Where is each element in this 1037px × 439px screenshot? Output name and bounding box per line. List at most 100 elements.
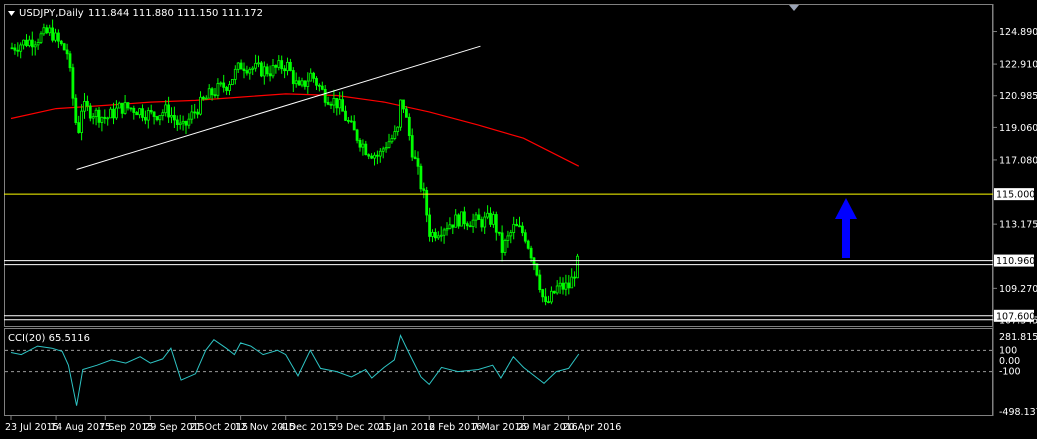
candle-body bbox=[30, 39, 34, 48]
candle-body bbox=[259, 62, 263, 77]
candle-body bbox=[57, 32, 60, 42]
candle-body bbox=[344, 110, 347, 121]
candle-body bbox=[97, 109, 101, 123]
candle-body bbox=[402, 99, 405, 110]
cci-tick-label: -498.1371 bbox=[999, 407, 1037, 418]
candle-body bbox=[570, 276, 574, 289]
candle-body bbox=[349, 120, 353, 123]
candle-body bbox=[315, 77, 318, 86]
candle-body bbox=[62, 43, 66, 51]
candle-body bbox=[219, 82, 223, 85]
candle-body bbox=[164, 104, 168, 114]
candle-body bbox=[489, 212, 492, 225]
candle-body bbox=[381, 148, 385, 152]
candle-body bbox=[25, 39, 28, 47]
candle-body bbox=[332, 98, 336, 106]
candle-body bbox=[367, 154, 371, 157]
candle-body bbox=[552, 290, 556, 294]
candle-body bbox=[320, 85, 324, 90]
candle-body bbox=[323, 88, 327, 103]
candle-body bbox=[187, 118, 191, 126]
candle-body bbox=[494, 214, 498, 233]
date-tick-label: 20 Apr 2016 bbox=[563, 422, 622, 433]
candle-body bbox=[384, 147, 388, 150]
candle-body bbox=[538, 274, 542, 291]
candle-body bbox=[483, 216, 487, 228]
candle-body bbox=[564, 282, 568, 290]
candle-body bbox=[74, 97, 78, 124]
candle-body bbox=[239, 62, 243, 70]
candle-body bbox=[280, 60, 284, 70]
level-price-tag-label: 115.000 bbox=[996, 190, 1035, 201]
candle-body bbox=[555, 285, 559, 294]
candle-body bbox=[390, 138, 394, 143]
candle-body bbox=[491, 214, 495, 225]
candle-body bbox=[506, 235, 510, 241]
candle-body bbox=[216, 83, 220, 96]
candle-body bbox=[106, 117, 110, 120]
candle-body bbox=[352, 121, 356, 131]
cci-tick-label: 100 bbox=[999, 345, 1017, 356]
candle-body bbox=[193, 111, 197, 114]
candle-body bbox=[80, 110, 83, 133]
candle-body bbox=[103, 116, 107, 119]
cci-tick-label: 0.00 bbox=[999, 356, 1020, 367]
candle-body bbox=[251, 67, 255, 70]
usdjpy-chart-window[interactable]: 124.890 122.910 120.985 119.060 117.080 113.1… bbox=[0, 0, 1037, 439]
candle-body bbox=[364, 143, 368, 156]
candle-body bbox=[271, 65, 275, 77]
candle-body bbox=[109, 108, 112, 119]
candle-body bbox=[335, 98, 339, 109]
candle-body bbox=[550, 290, 553, 303]
candle-body bbox=[274, 65, 278, 68]
candle-body bbox=[170, 114, 173, 118]
candle-body bbox=[86, 100, 89, 107]
candle-body bbox=[541, 289, 545, 298]
candle-body bbox=[146, 110, 150, 121]
candle-body bbox=[51, 27, 54, 41]
candle-body bbox=[141, 108, 144, 118]
candle-body bbox=[471, 219, 475, 228]
candle-body bbox=[500, 232, 504, 253]
candle-body bbox=[143, 117, 147, 121]
candle-body bbox=[561, 282, 565, 290]
candle-body bbox=[88, 105, 92, 119]
candle-body bbox=[100, 116, 104, 123]
candle-body bbox=[346, 119, 350, 122]
candle-body bbox=[13, 47, 17, 51]
cci-tick-label: -100 bbox=[999, 367, 1021, 378]
candle-body bbox=[341, 99, 345, 112]
candle-body bbox=[300, 80, 304, 86]
candle-body bbox=[407, 116, 411, 136]
price-tick-label: 122.910 bbox=[999, 60, 1037, 71]
candle-body bbox=[265, 66, 269, 75]
candle-body bbox=[370, 155, 374, 159]
price-tick-label: 124.890 bbox=[999, 27, 1037, 38]
candle-body bbox=[535, 263, 539, 276]
candle-body bbox=[230, 79, 234, 85]
candle-body bbox=[503, 240, 507, 253]
candle-body bbox=[190, 111, 194, 120]
candle-body bbox=[135, 112, 139, 116]
candle-body bbox=[245, 70, 249, 74]
candle-body bbox=[204, 97, 208, 100]
candle-body bbox=[222, 82, 226, 88]
candle-body bbox=[462, 211, 466, 225]
symbol-label: USDJPY,Daily bbox=[19, 8, 84, 19]
candle-body bbox=[373, 154, 376, 159]
candle-body bbox=[126, 102, 130, 109]
candle-body bbox=[262, 66, 266, 77]
candle-body bbox=[27, 39, 31, 47]
candle-body bbox=[486, 212, 490, 218]
candle-body bbox=[33, 44, 37, 48]
candle-body bbox=[297, 80, 301, 86]
candle-body bbox=[175, 119, 179, 126]
candle-body bbox=[257, 62, 260, 65]
candle-body bbox=[558, 282, 562, 287]
candle-body bbox=[497, 231, 501, 234]
candle-body bbox=[149, 110, 153, 113]
candle-body bbox=[233, 68, 237, 80]
candle-body bbox=[123, 102, 127, 114]
candle-body bbox=[83, 100, 86, 112]
candle-body bbox=[523, 232, 527, 242]
